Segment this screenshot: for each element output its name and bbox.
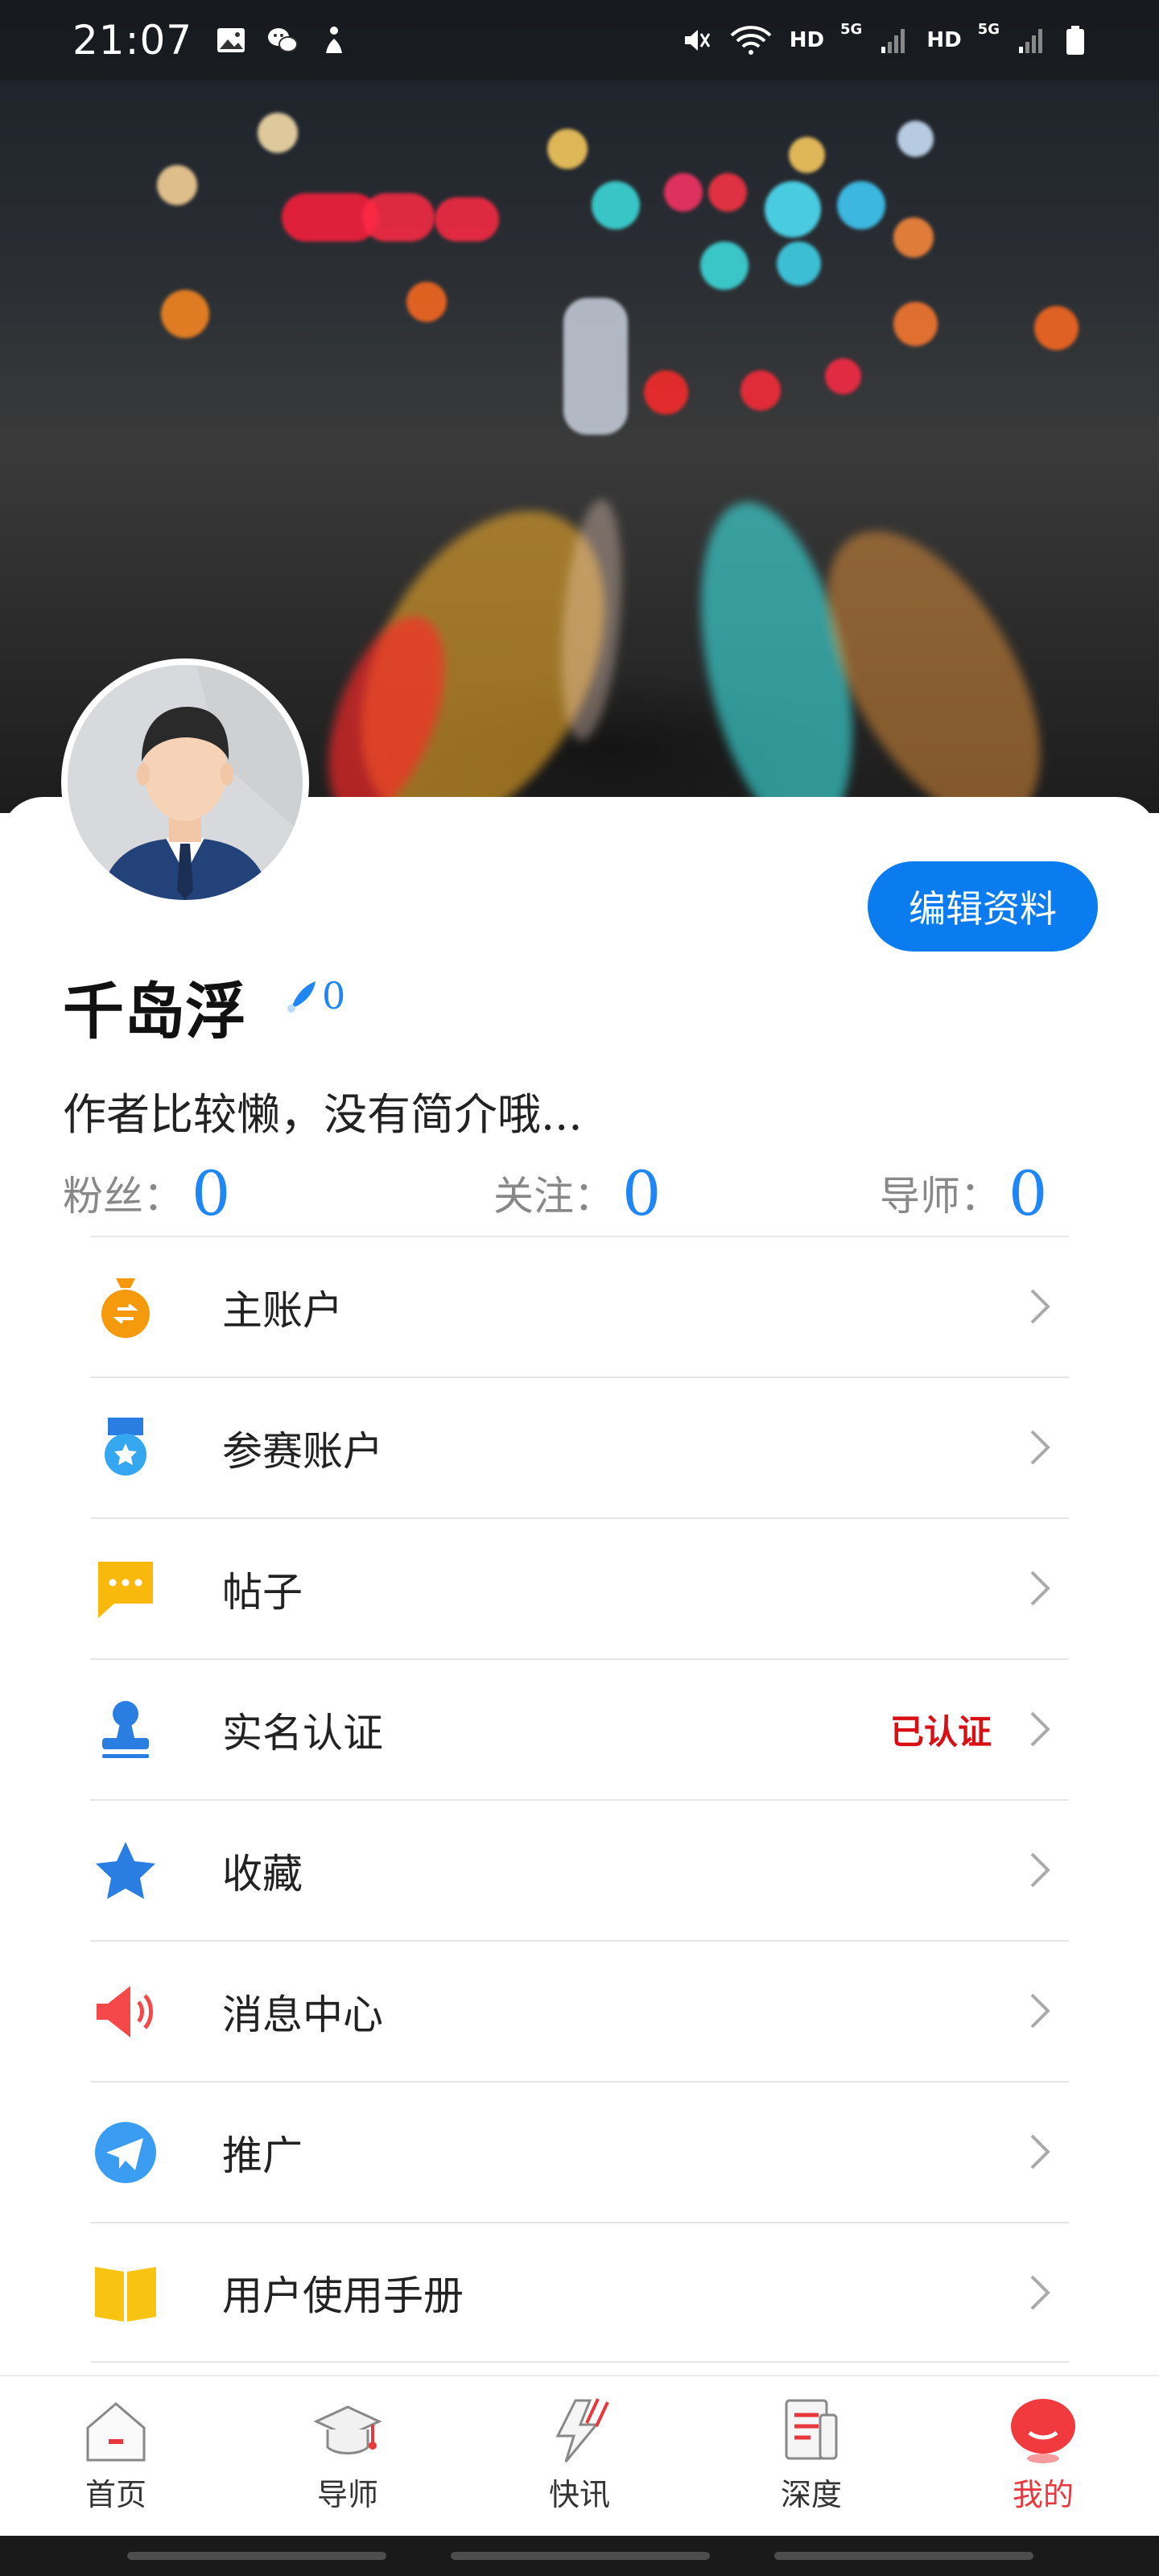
feather-icon [287,981,316,1013]
nickname: 千岛浮 [63,976,246,1047]
menu-label: 收藏 [222,1850,303,1897]
stamp-icon [93,1698,158,1762]
nav-gesture-pill[interactable] [127,2552,386,2560]
nav-label: 首页 [85,2477,146,2512]
nav-label: 深度 [780,2477,842,2512]
menu-item-contest-account[interactable]: 参赛账户 [90,1377,1069,1517]
menu-list: 主账户 参赛账户 帖子 实名认证 已认证 收藏 消息中心 推广 用户使用手册 [90,1236,1069,2363]
chevron-right-icon [1030,1711,1050,1747]
speaker-icon [93,1979,158,2044]
stat-value: 0 [622,1157,662,1229]
nav-label: 快讯 [548,2477,610,2512]
menu-item-message-center[interactable]: 消息中心 [90,1940,1069,2081]
nav-depth[interactable]: 深度 [695,2376,927,2537]
menu-label: 实名认证 [222,1709,383,1757]
chevron-right-icon [1030,1852,1050,1888]
nav-gesture-pill[interactable] [451,2552,710,2560]
mute-icon [684,30,710,51]
level-indicator: 0 [283,974,345,1018]
graduation-cap-icon [313,2405,382,2454]
nav-home[interactable]: 首页 [0,2376,232,2537]
stats-row: 粉丝： 0 关注： 0 导师： 0 [63,1153,1061,1233]
verified-badge: 已认证 [889,1712,992,1752]
star-icon [93,1839,158,1903]
image-icon [217,28,245,52]
network-label: HD [926,28,962,52]
bio-text: 作者比较懒，没有简介哦... [63,1089,583,1140]
menu-item-favorites[interactable]: 收藏 [90,1799,1069,1940]
network-label: 5G [977,20,1000,38]
nav-flash-news[interactable]: 快讯 [464,2376,695,2537]
avatar[interactable] [61,658,309,906]
stat-following[interactable]: 关注： 0 [493,1153,661,1233]
chevron-right-icon [1030,1993,1050,2029]
stat-fans[interactable]: 粉丝： 0 [63,1153,230,1233]
wechat-icon [268,28,299,52]
chat-bubble-icon [93,1557,158,1621]
stat-label: 关注： [493,1173,614,1220]
stat-label: 粉丝： [63,1173,184,1220]
status-bar: 21:07 HD 5G HD 5G [0,0,1159,80]
document-icon [785,2399,838,2460]
chevron-right-icon [1030,2134,1050,2169]
money-bag-icon [93,1275,158,1340]
status-time: 21:07 [72,17,193,64]
menu-item-posts[interactable]: 帖子 [90,1517,1069,1658]
battery-icon [1066,26,1084,55]
figure-icon [326,27,343,53]
menu-item-user-manual[interactable]: 用户使用手册 [90,2222,1069,2363]
menu-item-real-name-verification[interactable]: 实名认证 已认证 [90,1658,1069,1799]
chevron-right-icon [1030,1289,1050,1324]
wifi-icon [730,26,772,55]
stat-value: 0 [192,1157,231,1229]
bottom-nav: 首页 导师 快讯 深度 我的 [0,2375,1159,2537]
menu-label: 用户使用手册 [222,2272,464,2319]
stat-mentors[interactable]: 导师： 0 [880,1153,1047,1233]
chevron-right-icon [1030,2275,1050,2310]
lightning-icon [555,2398,609,2462]
menu-label: 主账户 [222,1286,343,1334]
edit-profile-button[interactable]: 编辑资料 [868,861,1098,952]
network-label: 5G [840,20,863,38]
stat-label: 导师： [880,1173,1000,1220]
menu-label: 帖子 [222,1568,303,1616]
nav-gesture-pill[interactable] [774,2552,1033,2560]
stat-value: 0 [1008,1157,1048,1229]
medal-icon [93,1416,158,1480]
chevron-right-icon [1030,1430,1050,1465]
book-icon [93,2260,158,2325]
nav-label: 我的 [1012,2477,1074,2512]
menu-item-promotion[interactable]: 推广 [90,2081,1069,2222]
nav-mentor[interactable]: 导师 [232,2376,464,2537]
menu-label: 消息中心 [222,1991,383,2038]
system-navigation-bar [0,2536,1159,2576]
signal-icon [881,29,905,53]
chevron-right-icon [1030,1571,1050,1606]
home-icon [86,2402,146,2462]
nav-mine[interactable]: 我的 [927,2376,1159,2537]
menu-label: 推广 [222,2132,303,2179]
level-value: 0 [322,974,346,1018]
network-label: HD [789,28,825,52]
menu-item-main-account[interactable]: 主账户 [90,1236,1069,1377]
nav-label: 导师 [316,2477,378,2512]
menu-label: 参赛账户 [222,1427,383,1475]
paper-plane-icon [93,2120,158,2185]
profile-face-icon [1011,2399,1075,2463]
signal-icon [1019,29,1042,53]
